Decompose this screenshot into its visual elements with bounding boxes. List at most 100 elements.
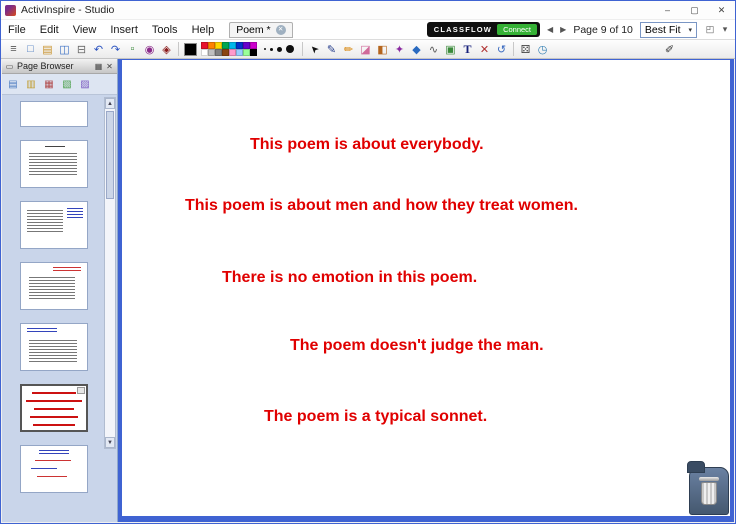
page-thumbnail-4[interactable]	[20, 262, 88, 310]
page-thumbnail-5[interactable]	[20, 323, 88, 371]
page-browser-panel: ▭ Page Browser ▦✕ ▤▥▦▧▨	[2, 59, 118, 522]
delete-page-icon[interactable]: ▦	[41, 77, 57, 92]
trash-body	[701, 482, 717, 505]
color-swatch[interactable]	[243, 49, 250, 56]
scroll-down-icon[interactable]: ▼	[105, 437, 115, 448]
move-page-up-icon[interactable]: ▧	[59, 77, 75, 92]
undo-icon[interactable]: ↶	[90, 41, 107, 57]
text-tool-icon[interactable]: T	[459, 41, 476, 57]
color-swatch[interactable]	[243, 42, 250, 49]
next-page-icon[interactable]: ▶	[560, 25, 566, 34]
toolbar-separator	[513, 42, 514, 56]
clock-icon[interactable]: ◷	[534, 41, 551, 57]
redo-icon[interactable]: ↷	[107, 41, 124, 57]
page-thumbnail-3[interactable]	[20, 201, 88, 249]
more-options-icon[interactable]: ▨	[77, 77, 93, 92]
magic-ink-icon[interactable]: ✦	[391, 41, 408, 57]
canvas-statement-3[interactable]: There is no emotion in this poem.	[222, 269, 477, 287]
color-swatch[interactable]	[222, 42, 229, 49]
main-menu-icon[interactable]: ≡	[5, 41, 22, 57]
shape-tool-icon[interactable]: ◆	[408, 41, 425, 57]
page-thumbnail-2[interactable]	[20, 140, 88, 188]
color-swatch[interactable]	[208, 42, 215, 49]
page-tools-corner-icon[interactable]	[77, 387, 85, 394]
canvas-statement-1[interactable]: This poem is about everybody.	[250, 136, 484, 154]
menu-item-edit[interactable]: Edit	[33, 22, 66, 38]
pen-width-5[interactable]	[277, 47, 282, 52]
color-swatch[interactable]	[229, 49, 236, 56]
stylus-icon[interactable]: ✐	[661, 41, 678, 57]
color-swatch[interactable]	[236, 49, 243, 56]
clear-icon[interactable]: ✕	[476, 41, 493, 57]
classflow-connect-button[interactable]: Connect	[497, 24, 537, 35]
close-browser-icon[interactable]: ✕	[104, 62, 115, 71]
page-thumbnail-1[interactable]	[20, 101, 88, 127]
canvas-statement-5[interactable]: The poem is a typical sonnet.	[264, 408, 487, 426]
eraser-tool-icon[interactable]: ◪	[357, 41, 374, 57]
add-page-icon[interactable]: ▤	[5, 77, 21, 92]
color-swatch[interactable]	[201, 42, 208, 49]
page-thumbnail-6-selected[interactable]	[20, 384, 88, 432]
color-swatch[interactable]	[250, 42, 257, 49]
fill-tool-icon[interactable]: ◧	[374, 41, 391, 57]
maximize-button[interactable]: ▢	[681, 1, 708, 19]
annotate-desktop-icon[interactable]: ▫	[124, 41, 141, 57]
menu-item-help[interactable]: Help	[185, 22, 222, 38]
flipchart-tab[interactable]: Poem * ✕	[229, 22, 292, 38]
toolbar-left-group: ≡□▤◫⊟↶↷▫◉◈	[5, 41, 175, 57]
scrollbar-thumb[interactable]	[106, 111, 114, 199]
close-button[interactable]: ✕	[708, 1, 735, 19]
page-browser-header: ▭ Page Browser ▦✕	[2, 59, 117, 74]
menu-item-insert[interactable]: Insert	[103, 22, 145, 38]
color-swatch[interactable]	[229, 42, 236, 49]
vote-icon[interactable]: ◈	[158, 41, 175, 57]
color-swatch[interactable]	[208, 49, 215, 56]
trash-bin-icon[interactable]	[698, 477, 720, 505]
save-flipchart-icon[interactable]: ◫	[56, 41, 73, 57]
tab-close-icon[interactable]: ✕	[276, 25, 286, 35]
menu-item-view[interactable]: View	[66, 22, 104, 38]
zoom-dropdown[interactable]: Best Fit ▾	[640, 22, 697, 38]
classflow-badge[interactable]: CLASSFLOW Connect	[427, 22, 540, 37]
previous-page-icon[interactable]: ◀	[547, 25, 553, 34]
pen-width-2[interactable]	[264, 48, 266, 50]
flipchart-canvas[interactable]: This poem is about everybody. This poem i…	[122, 60, 730, 516]
duplicate-page-icon[interactable]: ▥	[23, 77, 39, 92]
menu-bar: FileEditViewInsertToolsHelp Poem * ✕ CLA…	[1, 20, 735, 40]
pen-width-8[interactable]	[286, 45, 294, 53]
open-flipchart-icon[interactable]: ▤	[39, 41, 56, 57]
title-bar: ActivInspire - Studio –▢✕	[1, 1, 735, 20]
detach-toolbar-icon[interactable]: ◰	[704, 24, 716, 35]
insert-media-icon[interactable]: ▣	[442, 41, 459, 57]
color-swatch[interactable]	[215, 49, 222, 56]
pen-width-3[interactable]	[270, 48, 273, 51]
browser-menu-icon[interactable]: ▦	[93, 62, 104, 71]
menu-item-tools[interactable]: Tools	[145, 22, 185, 38]
color-swatch[interactable]	[222, 49, 229, 56]
menu-item-file[interactable]: File	[1, 22, 33, 38]
collapse-menubar-icon[interactable]: ▾	[719, 24, 731, 35]
color-swatch[interactable]	[250, 49, 257, 56]
browser-panel-icon[interactable]: ▭	[4, 62, 15, 71]
flipchart-tab-label: Poem *	[236, 24, 270, 36]
color-swatch[interactable]	[201, 49, 208, 56]
page-browser-title: Page Browser	[17, 61, 91, 71]
dice-icon[interactable]: ⚄	[517, 41, 534, 57]
color-swatch[interactable]	[236, 42, 243, 49]
color-swatch-large[interactable]	[184, 43, 197, 56]
reset-page-icon[interactable]: ↺	[493, 41, 510, 57]
minimize-button[interactable]: –	[654, 1, 681, 19]
connector-tool-icon[interactable]: ∿	[425, 41, 442, 57]
main-toolbar: ≡□▤◫⊟↶↷▫◉◈ ➤✎✏◪◧✦◆∿▣T✕↺ ⚄◷ ✐	[1, 40, 735, 59]
thumbnail-scrollbar[interactable]: ▲ ▼	[104, 97, 116, 449]
canvas-statement-4[interactable]: The poem doesn't judge the man.	[290, 337, 544, 355]
new-flipchart-icon[interactable]: □	[22, 41, 39, 57]
expresspoll-icon[interactable]: ◉	[141, 41, 158, 57]
highlighter-tool-icon[interactable]: ✏	[340, 41, 357, 57]
print-icon[interactable]: ⊟	[73, 41, 90, 57]
scroll-up-icon[interactable]: ▲	[105, 98, 115, 109]
color-swatch[interactable]	[215, 42, 222, 49]
page-thumbnail-7[interactable]	[20, 445, 88, 493]
menubar-window-icons: ◰▾	[704, 24, 731, 35]
canvas-statement-2[interactable]: This poem is about men and how they trea…	[185, 197, 578, 215]
